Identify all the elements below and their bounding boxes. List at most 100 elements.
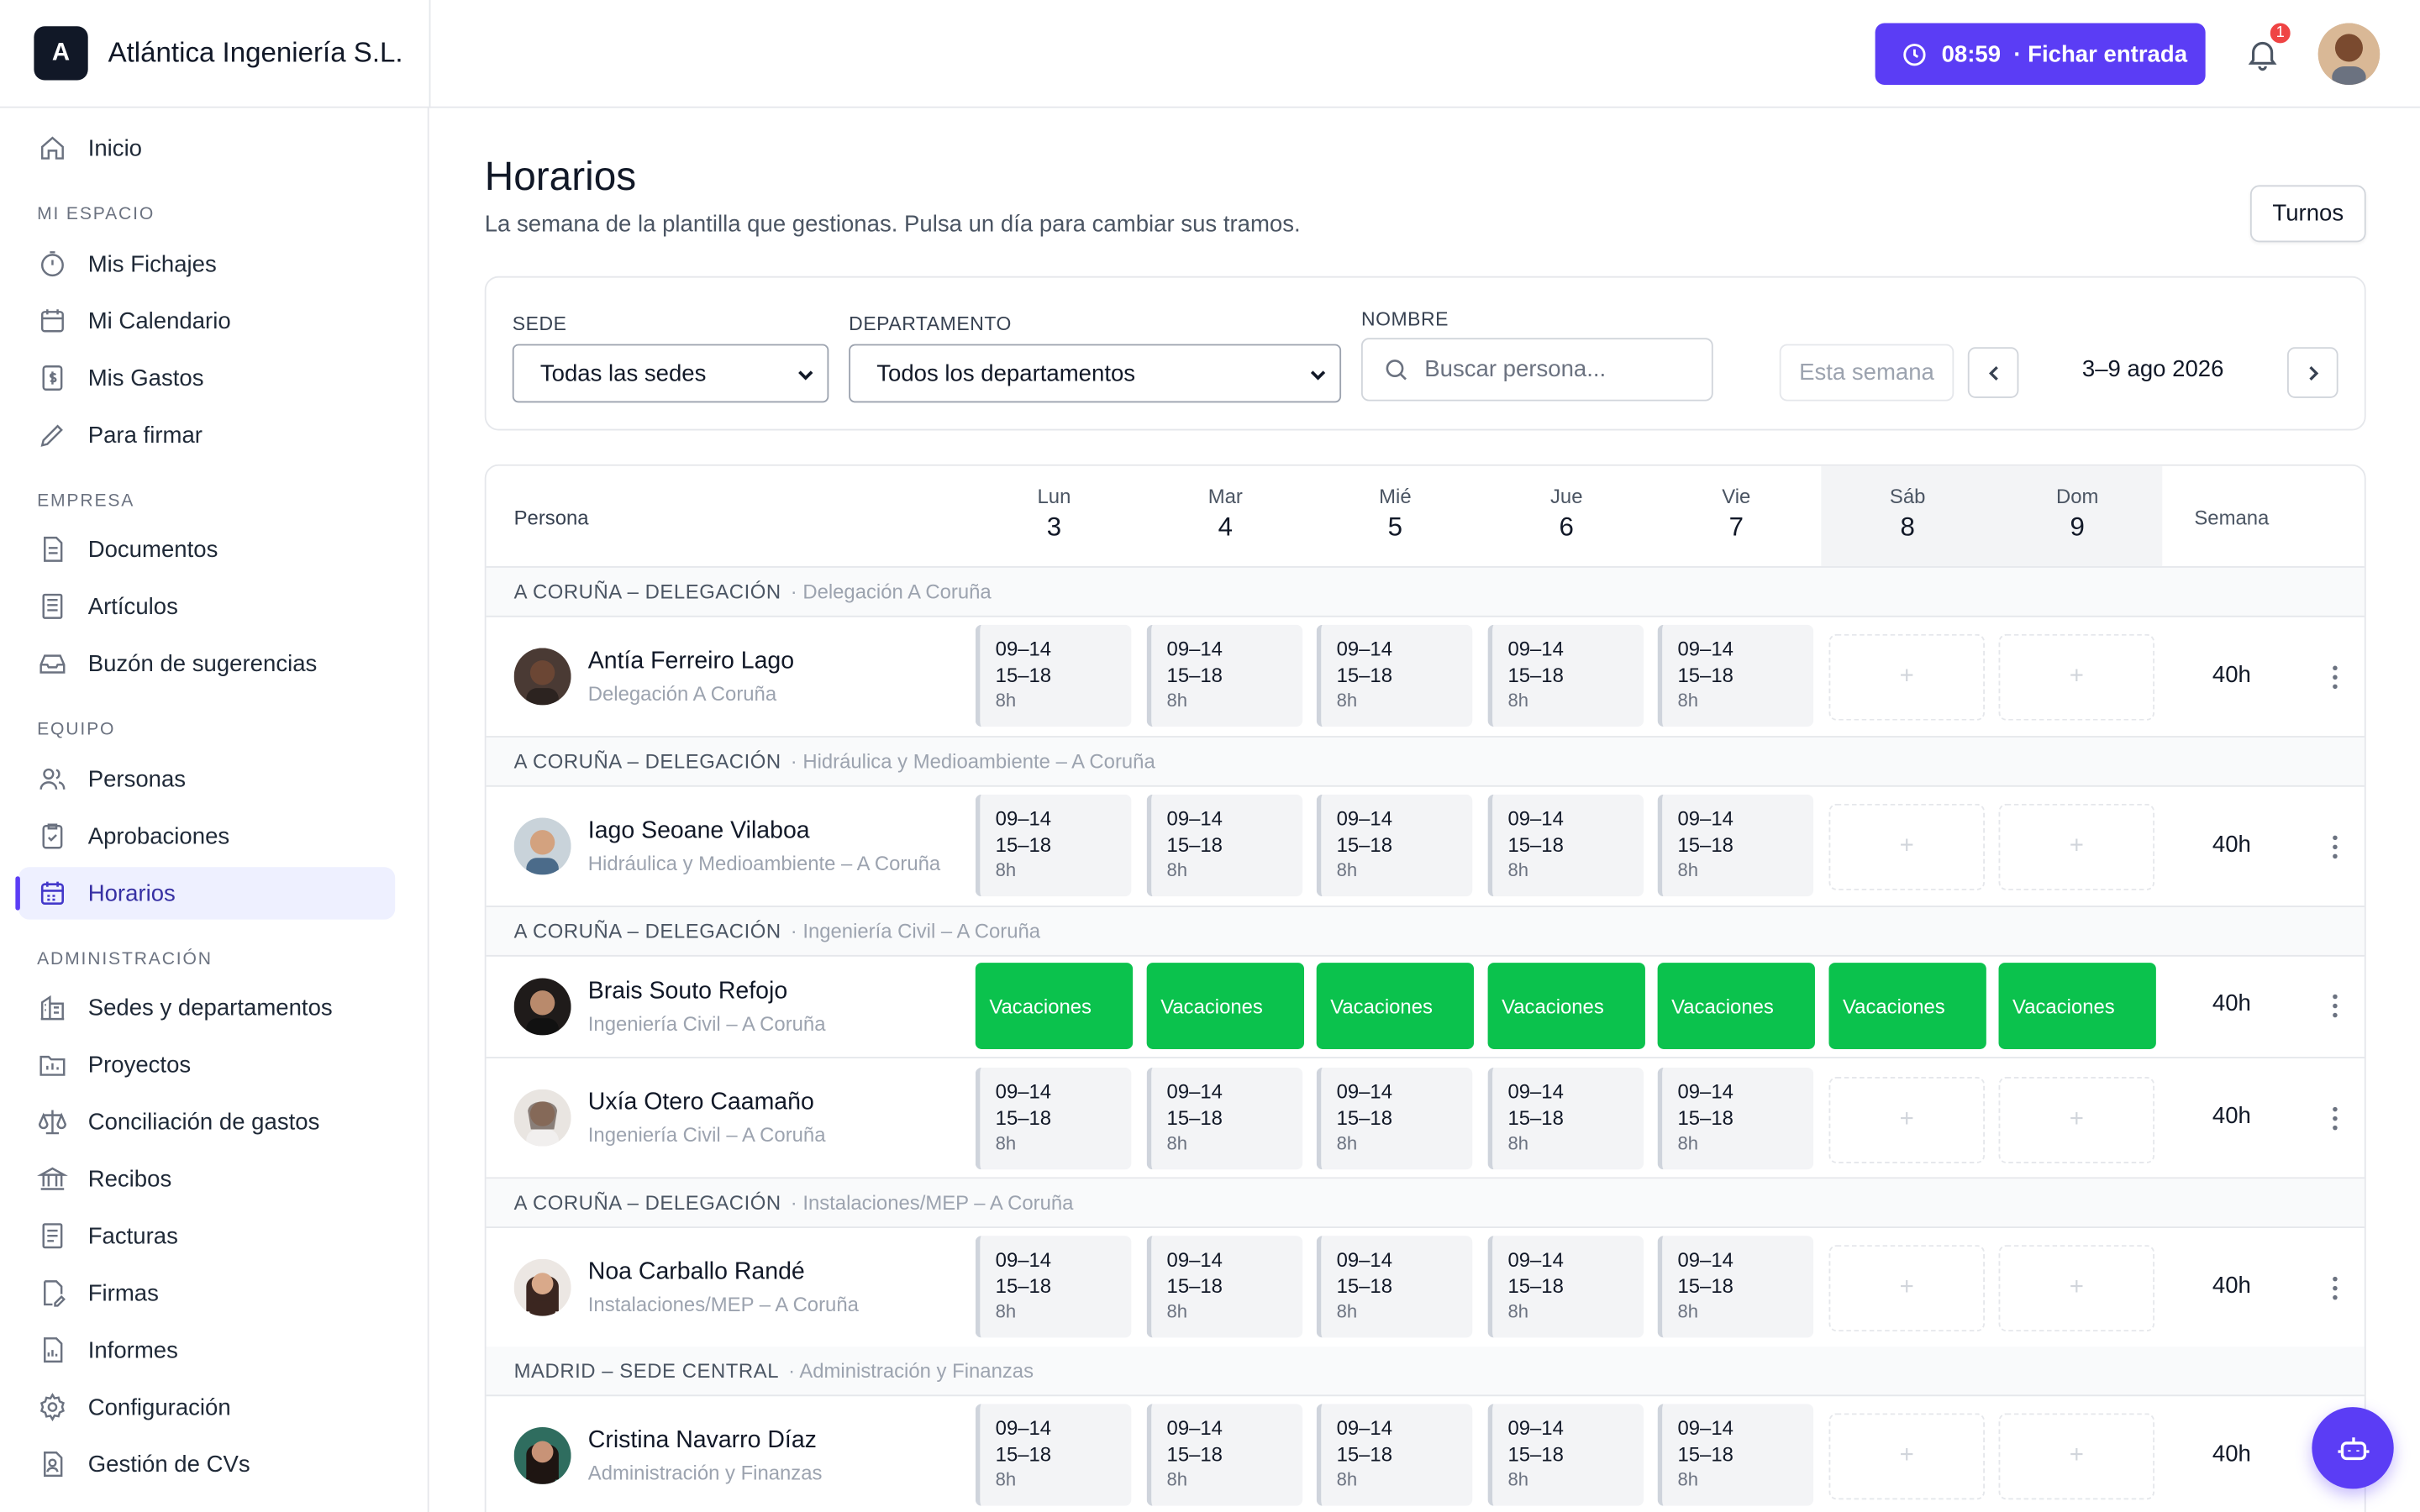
week-total: 40h (2212, 1103, 2251, 1130)
shift-cell[interactable]: 09–14 15–18 8h (1657, 794, 1814, 897)
shift-1: 09–14 (1507, 637, 1564, 661)
add-shift-button[interactable]: + (1828, 633, 1985, 721)
shift-cell[interactable]: 09–14 15–18 8h (1316, 1236, 1473, 1338)
add-shift-button[interactable]: + (1828, 1413, 1985, 1500)
sidebar-item-para-firmar[interactable]: Para firmar (18, 409, 395, 461)
shift-cell[interactable]: 09–14 15–18 8h (1146, 1067, 1303, 1170)
day-header-lun: Lun 3 (977, 485, 1132, 543)
sidebar-item-sedes[interactable]: Sedes y departamentos (18, 981, 395, 1033)
shift-2: 15–18 (1336, 663, 1392, 687)
sidebar-item-firmas[interactable]: Firmas (18, 1267, 395, 1319)
vacation-cell[interactable]: Vacaciones (1828, 963, 1986, 1049)
avatar (513, 1426, 571, 1484)
sidebar-item-personas[interactable]: Personas (18, 753, 395, 805)
user-avatar[interactable] (2317, 23, 2381, 86)
sidebar-item-mis-gastos[interactable]: Mis Gastos (18, 352, 395, 404)
person-name[interactable]: Brais Souto Refojo (588, 978, 787, 1005)
group-dept: · Administración y Finanzas (788, 1359, 1034, 1383)
sidebar-item-mis-fichajes[interactable]: Mis Fichajes (18, 238, 395, 290)
shift-cell[interactable]: 09–14 15–18 8h (1657, 1404, 1814, 1506)
more-options-icon[interactable] (2332, 1276, 2338, 1300)
sede-select[interactable]: Todas las sedes (512, 344, 829, 403)
this-week-button[interactable]: Esta semana (1779, 344, 1954, 402)
add-shift-button[interactable]: + (1828, 1077, 1985, 1163)
shift-cell[interactable]: 09–14 15–18 8h (1487, 624, 1644, 727)
shift-hours: 8h (1507, 1132, 1528, 1154)
add-shift-button[interactable]: + (1998, 1077, 2155, 1163)
sidebar-item-inicio[interactable]: Inicio (18, 122, 395, 174)
shift-cell[interactable]: 09–14 15–18 8h (1146, 1236, 1303, 1338)
add-shift-button[interactable]: + (1828, 803, 1985, 890)
shift-cell[interactable]: 09–14 15–18 8h (1316, 1404, 1473, 1506)
shift-hours: 8h (1677, 1468, 1699, 1491)
sidebar-item-informes[interactable]: Informes (18, 1324, 395, 1376)
next-week-button[interactable] (2286, 347, 2338, 398)
sidebar-item-aprobaciones[interactable]: Aprobaciones (18, 810, 395, 862)
shift-2: 15–18 (1336, 1274, 1392, 1298)
shift-cell[interactable]: 09–14 15–18 8h (975, 624, 1132, 727)
sidebar-item-configuracion[interactable]: Configuración (18, 1381, 395, 1433)
vacation-cell[interactable]: Vacaciones (1146, 963, 1305, 1049)
shift-hours: 8h (995, 690, 1017, 711)
more-options-icon[interactable] (2332, 994, 2338, 1018)
chevron-down-icon (1310, 370, 1326, 381)
shift-cell[interactable]: 09–14 15–18 8h (975, 1236, 1132, 1338)
more-options-icon[interactable] (2332, 835, 2338, 859)
clock-in-button[interactable]: 08:59 · Fichar entrada (1875, 23, 2206, 86)
sidebar-item-articulos[interactable]: Artículos (18, 580, 395, 633)
group-dept: · Instalaciones/MEP – A Coruña (790, 1190, 1074, 1215)
shift-cell[interactable]: 09–14 15–18 8h (1146, 794, 1303, 897)
more-options-icon[interactable] (2332, 665, 2338, 690)
dept-select[interactable]: Todos los departamentos (849, 344, 1342, 403)
sidebar-item-horarios[interactable]: Horarios (15, 867, 396, 920)
vacation-cell[interactable]: Vacaciones (1998, 963, 2156, 1049)
sidebar-item-conciliacion[interactable]: Conciliación de gastos (18, 1095, 395, 1147)
add-shift-button[interactable]: + (1998, 1245, 2155, 1332)
sidebar-item-documentos[interactable]: Documentos (18, 523, 395, 575)
sidebar-item-mi-calendario[interactable]: Mi Calendario (18, 295, 395, 347)
shift-cell[interactable]: 09–14 15–18 8h (1146, 1404, 1303, 1506)
more-options-icon[interactable] (2332, 1106, 2338, 1131)
person-name[interactable]: Iago Seoane Vilaboa (588, 817, 810, 845)
sidebar-item-cvs[interactable]: Gestión de CVs (18, 1438, 395, 1490)
day-number: 5 (1387, 512, 1403, 542)
prev-week-button[interactable] (1967, 347, 2019, 398)
sidebar-item-label: Configuración (87, 1394, 231, 1420)
sidebar-item-buzon[interactable]: Buzón de sugerencias (18, 638, 395, 690)
person-name[interactable]: Cristina Navarro Díaz (588, 1427, 817, 1455)
add-shift-button[interactable]: + (1998, 803, 2155, 890)
search-input[interactable]: Buscar persona... (1360, 338, 1713, 402)
shift-cell[interactable]: 09–14 15–18 8h (1657, 624, 1814, 727)
shift-cell[interactable]: 09–14 15–18 8h (1487, 794, 1644, 897)
shift-cell[interactable]: 09–14 15–18 8h (975, 1067, 1132, 1170)
sidebar-item-proyectos[interactable]: Proyectos (18, 1038, 395, 1090)
vacation-cell[interactable]: Vacaciones (1657, 963, 1815, 1049)
sidebar-item-facturas[interactable]: Facturas (18, 1210, 395, 1262)
day-header-dom: Dom 9 (2000, 485, 2154, 543)
person-name[interactable]: Antía Ferreiro Lago (588, 648, 794, 675)
shift-cell[interactable]: 09–14 15–18 8h (1487, 1404, 1644, 1506)
shift-cell[interactable]: 09–14 15–18 8h (1316, 1067, 1473, 1170)
add-shift-button[interactable]: + (1828, 1245, 1985, 1332)
shift-1: 09–14 (1336, 1079, 1392, 1104)
turnos-button[interactable]: Turnos (2249, 185, 2366, 243)
day-name: Dom (2055, 484, 2099, 508)
shift-cell[interactable]: 09–14 15–18 8h (1146, 624, 1303, 727)
add-shift-button[interactable]: + (1998, 1413, 2155, 1500)
vacation-cell[interactable]: Vacaciones (1487, 963, 1645, 1049)
person-name[interactable]: Uxía Otero Caamaño (588, 1089, 814, 1117)
person-name[interactable]: Noa Carballo Randé (588, 1259, 805, 1287)
vacation-cell[interactable]: Vacaciones (975, 963, 1134, 1049)
assistant-bot-button[interactable] (2312, 1407, 2394, 1489)
add-shift-button[interactable]: + (1998, 633, 2155, 721)
shift-cell[interactable]: 09–14 15–18 8h (975, 1404, 1132, 1506)
shift-cell[interactable]: 09–14 15–18 8h (1316, 624, 1473, 727)
shift-cell[interactable]: 09–14 15–18 8h (975, 794, 1132, 897)
vacation-cell[interactable]: Vacaciones (1316, 963, 1475, 1049)
shift-cell[interactable]: 09–14 15–18 8h (1316, 794, 1473, 897)
shift-cell[interactable]: 09–14 15–18 8h (1487, 1236, 1644, 1338)
shift-cell[interactable]: 09–14 15–18 8h (1657, 1067, 1814, 1170)
sidebar-item-recibos[interactable]: Recibos (18, 1152, 395, 1205)
shift-cell[interactable]: 09–14 15–18 8h (1657, 1236, 1814, 1338)
shift-cell[interactable]: 09–14 15–18 8h (1487, 1067, 1644, 1170)
